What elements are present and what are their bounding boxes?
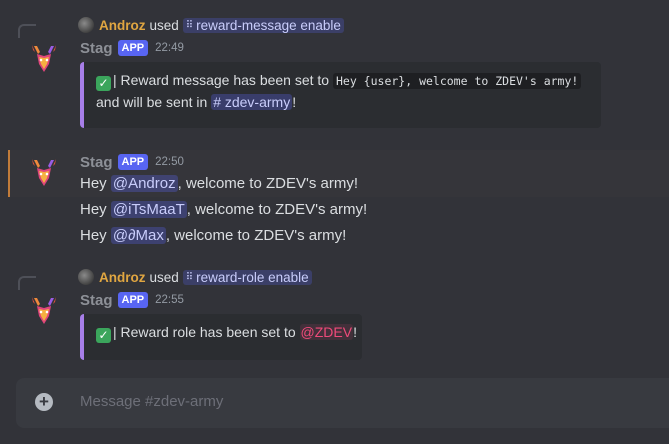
command-used-text: used [149, 269, 179, 285]
user-avatar-icon[interactable] [78, 17, 94, 33]
command-name: reward-role enable [196, 269, 309, 285]
bot-name[interactable]: Stag [80, 292, 113, 309]
embed-line-2: and will be sent in # zdev-army! [96, 92, 589, 113]
role-mention[interactable]: @ZDEV [299, 324, 354, 340]
line-text: Hey [80, 175, 111, 192]
add-attachment-icon[interactable]: + [35, 393, 53, 411]
stag-avatar-icon[interactable] [28, 156, 60, 188]
line-text: , welcome to ZDEV's army! [165, 227, 347, 244]
command-chip[interactable]: ⠿ reward-message enable [182, 17, 344, 33]
message-composer[interactable]: + Message #zdev-army [16, 378, 669, 428]
timestamp[interactable]: 22:55 [155, 294, 184, 306]
app-badge: APP [117, 154, 149, 170]
user-mention[interactable]: @Androz [110, 175, 178, 192]
user-mention[interactable]: @∂Max [110, 227, 166, 244]
bot-name[interactable]: Stag [80, 40, 113, 57]
line-text: , welcome to ZDEV's army! [186, 201, 368, 218]
command-chip[interactable]: ⠿ reward-role enable [182, 269, 312, 285]
timestamp[interactable]: 22:49 [155, 42, 184, 54]
embed-text: ! [292, 94, 297, 110]
stag-avatar-icon[interactable] [28, 294, 60, 326]
embed-text: ! [353, 324, 357, 340]
stag-avatar-icon[interactable] [28, 42, 60, 74]
bot-name-row: Stag APP 22:55 [80, 290, 184, 310]
bot-name-row: Stag APP 22:50 [80, 152, 184, 172]
embed-text: | Reward message has been set to [113, 72, 333, 88]
user-mention[interactable]: @iTsMaaT [110, 201, 187, 218]
app-badge: APP [117, 292, 149, 308]
command-user-name[interactable]: Androz [99, 270, 146, 285]
embed-text: and will be sent in [96, 94, 212, 110]
welcome-line: Hey @∂Max, welcome to ZDEV's army! [80, 225, 346, 247]
embed-reward-role: ✓ | Reward role has been set to @ZDEV! [80, 314, 362, 360]
embed-reward-message: ✓ | Reward message has been set to Hey {u… [80, 62, 601, 128]
reply-connector [18, 24, 36, 38]
user-avatar-icon[interactable] [78, 269, 94, 285]
command-header: Androz used ⠿ reward-role enable [78, 268, 312, 286]
embed-line-1: ✓ | Reward role has been set to @ZDEV! [96, 322, 357, 343]
bot-name-row: Stag APP 22:49 [80, 38, 184, 58]
app-badge: APP [117, 40, 149, 56]
check-mark-icon: ✓ [96, 328, 111, 343]
embed-text: | Reward role has been set to [113, 324, 300, 340]
channel-mention[interactable]: # zdev-army [211, 94, 293, 110]
line-text: , welcome to ZDEV's army! [177, 175, 359, 192]
timestamp[interactable]: 22:50 [155, 156, 184, 168]
bot-name[interactable]: Stag [80, 154, 113, 171]
line-text: Hey [80, 201, 111, 218]
message-input[interactable]: Message #zdev-army [80, 393, 223, 410]
line-text: Hey [80, 227, 111, 244]
check-mark-icon: ✓ [96, 76, 111, 91]
command-user-name[interactable]: Androz [99, 18, 146, 33]
slash-command-icon: ⠿ [185, 19, 194, 31]
inline-code: Hey {user}, welcome to ZDEV's army! [332, 73, 582, 89]
slash-command-icon: ⠿ [185, 271, 194, 283]
command-header: Androz used ⠿ reward-message enable [78, 16, 344, 34]
welcome-line: Hey @Androz, welcome to ZDEV's army! [80, 173, 358, 195]
reply-connector [18, 276, 36, 290]
command-used-text: used [149, 17, 179, 33]
command-name: reward-message enable [196, 17, 341, 33]
welcome-line: Hey @iTsMaaT, welcome to ZDEV's army! [80, 199, 367, 221]
embed-line-1: ✓ | Reward message has been set to Hey {u… [96, 70, 589, 92]
